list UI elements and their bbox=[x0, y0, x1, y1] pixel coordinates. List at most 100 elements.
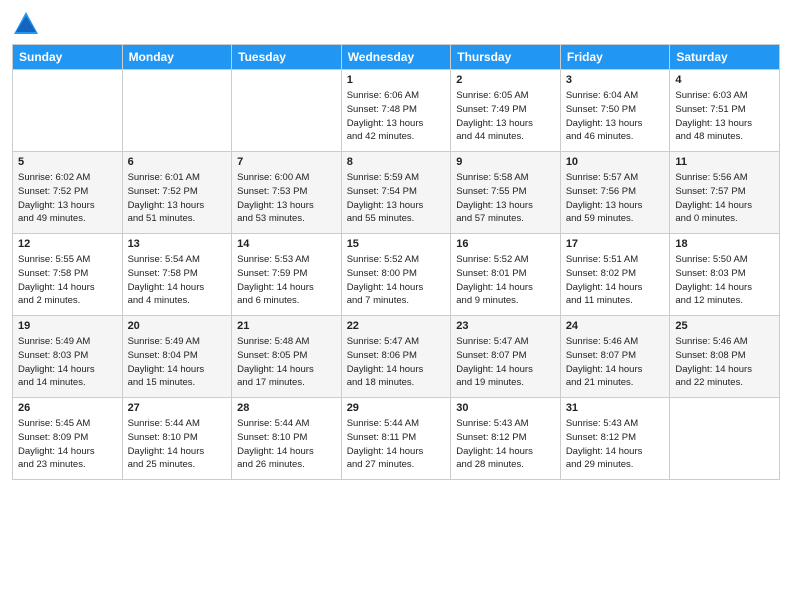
calendar-header-row: SundayMondayTuesdayWednesdayThursdayFrid… bbox=[13, 45, 780, 70]
day-number: 11 bbox=[675, 156, 774, 168]
day-number: 1 bbox=[347, 74, 446, 86]
day-info: Sunrise: 6:05 AM Sunset: 7:49 PM Dayligh… bbox=[456, 89, 555, 144]
day-info: Sunrise: 5:53 AM Sunset: 7:59 PM Dayligh… bbox=[237, 253, 336, 308]
day-number: 15 bbox=[347, 238, 446, 250]
calendar-cell bbox=[122, 70, 232, 152]
calendar-cell: 15 Sunrise: 5:52 AM Sunset: 8:00 PM Dayli… bbox=[341, 234, 451, 316]
day-info: Sunrise: 6:04 AM Sunset: 7:50 PM Dayligh… bbox=[566, 89, 665, 144]
calendar-cell: 12 Sunrise: 5:55 AM Sunset: 7:58 PM Dayli… bbox=[13, 234, 123, 316]
calendar-cell: 19 Sunrise: 5:49 AM Sunset: 8:03 PM Dayli… bbox=[13, 316, 123, 398]
day-info: Sunrise: 5:43 AM Sunset: 8:12 PM Dayligh… bbox=[456, 417, 555, 472]
calendar-cell: 13Sunrise: 5:54 AM Sunset: 7:58 PM Dayli… bbox=[122, 234, 232, 316]
day-info: Sunrise: 5:44 AM Sunset: 8:10 PM Dayligh… bbox=[237, 417, 336, 472]
weekday-header-saturday: Saturday bbox=[670, 45, 780, 70]
calendar-cell: 20 Sunrise: 5:49 AM Sunset: 8:04 PM Dayli… bbox=[122, 316, 232, 398]
calendar-week-1: 1 Sunrise: 6:06 AM Sunset: 7:48 PM Daylig… bbox=[13, 70, 780, 152]
calendar-cell: 11 Sunrise: 5:56 AM Sunset: 7:57 PM Dayli… bbox=[670, 152, 780, 234]
day-info: Sunrise: 5:58 AM Sunset: 7:55 PM Dayligh… bbox=[456, 171, 555, 226]
calendar-cell: 27 Sunrise: 5:44 AM Sunset: 8:10 PM Dayli… bbox=[122, 398, 232, 480]
day-info: Sunrise: 5:52 AM Sunset: 8:00 PM Dayligh… bbox=[347, 253, 446, 308]
day-info: Sunrise: 5:45 AM Sunset: 8:09 PM Dayligh… bbox=[18, 417, 117, 472]
calendar-cell: 6 Sunrise: 6:01 AM Sunset: 7:52 PM Daylig… bbox=[122, 152, 232, 234]
calendar-week-4: 19 Sunrise: 5:49 AM Sunset: 8:03 PM Dayli… bbox=[13, 316, 780, 398]
calendar-cell: 14 Sunrise: 5:53 AM Sunset: 7:59 PM Dayli… bbox=[232, 234, 342, 316]
calendar-cell: 21 Sunrise: 5:48 AM Sunset: 8:05 PM Dayli… bbox=[232, 316, 342, 398]
calendar-cell: 9Sunrise: 5:58 AM Sunset: 7:55 PM Daylig… bbox=[451, 152, 561, 234]
page: SundayMondayTuesdayWednesdayThursdayFrid… bbox=[0, 0, 792, 612]
calendar-cell: 18 Sunrise: 5:50 AM Sunset: 8:03 PM Dayli… bbox=[670, 234, 780, 316]
day-info: Sunrise: 5:59 AM Sunset: 7:54 PM Dayligh… bbox=[347, 171, 446, 226]
day-number: 24 bbox=[566, 320, 665, 332]
day-number: 31 bbox=[566, 402, 665, 414]
calendar-cell bbox=[13, 70, 123, 152]
day-info: Sunrise: 5:49 AM Sunset: 8:04 PM Dayligh… bbox=[128, 335, 227, 390]
day-number: 3 bbox=[566, 74, 665, 86]
day-number: 18 bbox=[675, 238, 774, 250]
calendar-cell: 31 Sunrise: 5:43 AM Sunset: 8:12 PM Dayli… bbox=[560, 398, 670, 480]
day-number: 29 bbox=[347, 402, 446, 414]
day-info: Sunrise: 5:57 AM Sunset: 7:56 PM Dayligh… bbox=[566, 171, 665, 226]
day-info: Sunrise: 6:02 AM Sunset: 7:52 PM Dayligh… bbox=[18, 171, 117, 226]
calendar-cell: 24Sunrise: 5:46 AM Sunset: 8:07 PM Dayli… bbox=[560, 316, 670, 398]
day-number: 26 bbox=[18, 402, 117, 414]
calendar-cell: 23 Sunrise: 5:47 AM Sunset: 8:07 PM Dayli… bbox=[451, 316, 561, 398]
day-number: 5 bbox=[18, 156, 117, 168]
day-number: 6 bbox=[128, 156, 227, 168]
weekday-header-tuesday: Tuesday bbox=[232, 45, 342, 70]
weekday-header-thursday: Thursday bbox=[451, 45, 561, 70]
calendar-cell bbox=[232, 70, 342, 152]
day-info: Sunrise: 5:52 AM Sunset: 8:01 PM Dayligh… bbox=[456, 253, 555, 308]
calendar-table: SundayMondayTuesdayWednesdayThursdayFrid… bbox=[12, 44, 780, 480]
calendar-cell: 4 Sunrise: 6:03 AM Sunset: 7:51 PM Daylig… bbox=[670, 70, 780, 152]
calendar-cell: 28Sunrise: 5:44 AM Sunset: 8:10 PM Dayli… bbox=[232, 398, 342, 480]
day-info: Sunrise: 6:06 AM Sunset: 7:48 PM Dayligh… bbox=[347, 89, 446, 144]
day-number: 30 bbox=[456, 402, 555, 414]
calendar-cell: 26 Sunrise: 5:45 AM Sunset: 8:09 PM Dayli… bbox=[13, 398, 123, 480]
calendar-week-2: 5 Sunrise: 6:02 AM Sunset: 7:52 PM Daylig… bbox=[13, 152, 780, 234]
day-info: Sunrise: 6:03 AM Sunset: 7:51 PM Dayligh… bbox=[675, 89, 774, 144]
calendar-week-3: 12 Sunrise: 5:55 AM Sunset: 7:58 PM Dayli… bbox=[13, 234, 780, 316]
day-info: Sunrise: 5:44 AM Sunset: 8:10 PM Dayligh… bbox=[128, 417, 227, 472]
weekday-header-sunday: Sunday bbox=[13, 45, 123, 70]
day-info: Sunrise: 5:55 AM Sunset: 7:58 PM Dayligh… bbox=[18, 253, 117, 308]
day-info: Sunrise: 6:01 AM Sunset: 7:52 PM Dayligh… bbox=[128, 171, 227, 226]
calendar-cell: 7 Sunrise: 6:00 AM Sunset: 7:53 PM Daylig… bbox=[232, 152, 342, 234]
logo-icon bbox=[12, 10, 40, 38]
day-info: Sunrise: 6:00 AM Sunset: 7:53 PM Dayligh… bbox=[237, 171, 336, 226]
calendar-cell bbox=[670, 398, 780, 480]
day-number: 2 bbox=[456, 74, 555, 86]
calendar-cell: 29 Sunrise: 5:44 AM Sunset: 8:11 PM Dayli… bbox=[341, 398, 451, 480]
calendar-cell: 25Sunrise: 5:46 AM Sunset: 8:08 PM Dayli… bbox=[670, 316, 780, 398]
calendar-cell: 16Sunrise: 5:52 AM Sunset: 8:01 PM Dayli… bbox=[451, 234, 561, 316]
day-number: 10 bbox=[566, 156, 665, 168]
day-number: 19 bbox=[18, 320, 117, 332]
header bbox=[12, 10, 780, 38]
calendar-cell: 22Sunrise: 5:47 AM Sunset: 8:06 PM Dayli… bbox=[341, 316, 451, 398]
calendar-cell: 2 Sunrise: 6:05 AM Sunset: 7:49 PM Daylig… bbox=[451, 70, 561, 152]
day-number: 21 bbox=[237, 320, 336, 332]
day-number: 20 bbox=[128, 320, 227, 332]
day-info: Sunrise: 5:56 AM Sunset: 7:57 PM Dayligh… bbox=[675, 171, 774, 226]
day-number: 12 bbox=[18, 238, 117, 250]
day-info: Sunrise: 5:49 AM Sunset: 8:03 PM Dayligh… bbox=[18, 335, 117, 390]
day-number: 13 bbox=[128, 238, 227, 250]
day-info: Sunrise: 5:51 AM Sunset: 8:02 PM Dayligh… bbox=[566, 253, 665, 308]
calendar-cell: 10 Sunrise: 5:57 AM Sunset: 7:56 PM Dayli… bbox=[560, 152, 670, 234]
logo bbox=[12, 10, 44, 38]
day-info: Sunrise: 5:44 AM Sunset: 8:11 PM Dayligh… bbox=[347, 417, 446, 472]
day-number: 14 bbox=[237, 238, 336, 250]
day-number: 17 bbox=[566, 238, 665, 250]
day-number: 23 bbox=[456, 320, 555, 332]
calendar-week-5: 26 Sunrise: 5:45 AM Sunset: 8:09 PM Dayli… bbox=[13, 398, 780, 480]
day-info: Sunrise: 5:47 AM Sunset: 8:07 PM Dayligh… bbox=[456, 335, 555, 390]
weekday-header-friday: Friday bbox=[560, 45, 670, 70]
weekday-header-wednesday: Wednesday bbox=[341, 45, 451, 70]
day-number: 25 bbox=[675, 320, 774, 332]
day-number: 4 bbox=[675, 74, 774, 86]
day-number: 27 bbox=[128, 402, 227, 414]
day-info: Sunrise: 5:50 AM Sunset: 8:03 PM Dayligh… bbox=[675, 253, 774, 308]
day-info: Sunrise: 5:43 AM Sunset: 8:12 PM Dayligh… bbox=[566, 417, 665, 472]
calendar-cell: 8Sunrise: 5:59 AM Sunset: 7:54 PM Daylig… bbox=[341, 152, 451, 234]
day-info: Sunrise: 5:48 AM Sunset: 8:05 PM Dayligh… bbox=[237, 335, 336, 390]
day-number: 7 bbox=[237, 156, 336, 168]
